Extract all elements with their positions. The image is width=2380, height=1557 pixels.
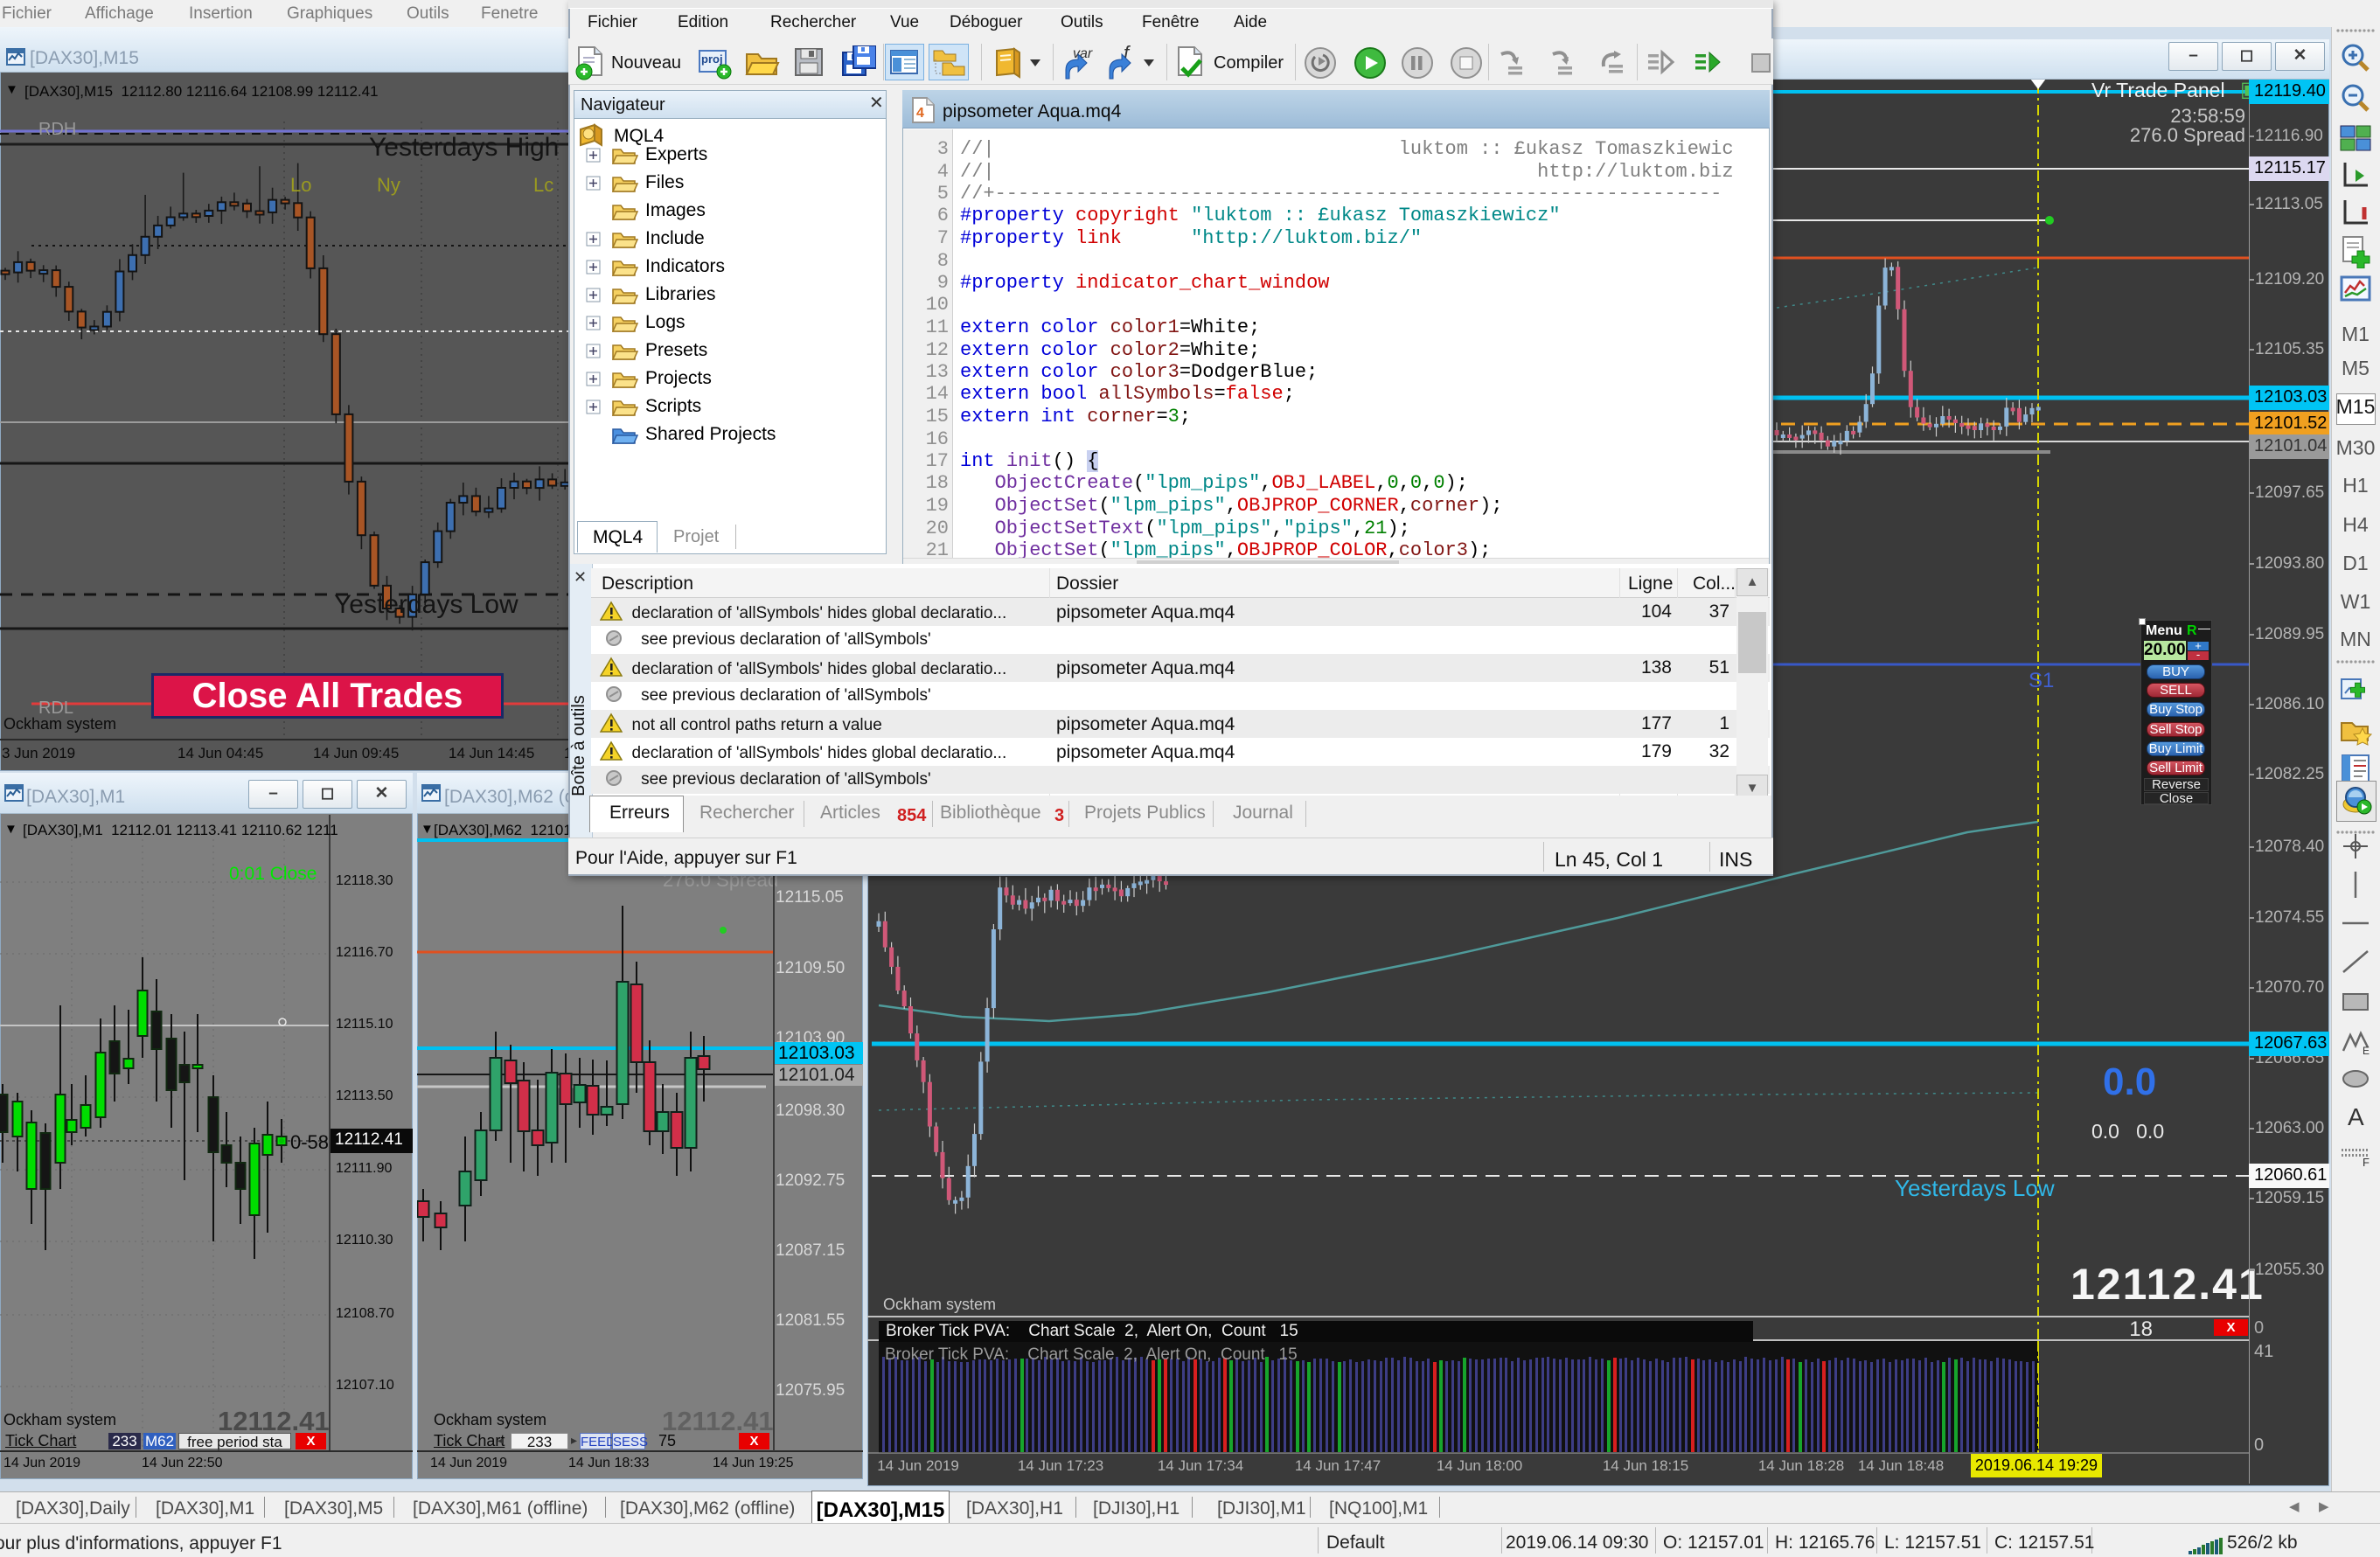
svg-text:proj: proj [701,52,723,66]
svg-text:F: F [2363,1156,2370,1169]
svg-text:4: 4 [916,106,924,121]
svg-text:E: E [2363,1045,2370,1057]
svg-text:A: A [2348,1103,2364,1130]
